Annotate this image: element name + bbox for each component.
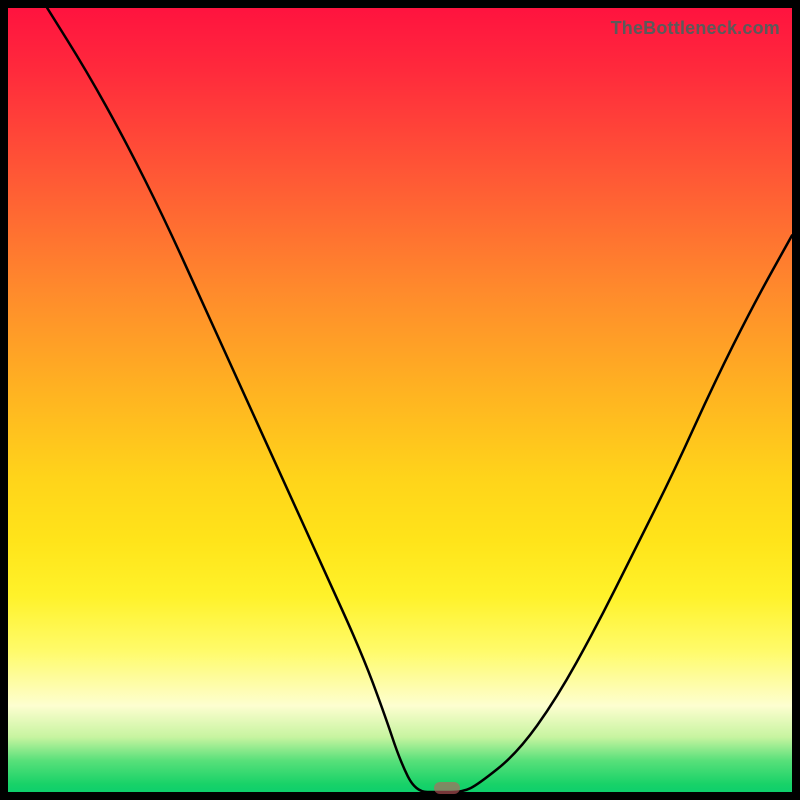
chart-plot-area: TheBottleneck.com: [8, 8, 792, 792]
bottleneck-curve: [8, 8, 792, 792]
chart-frame: TheBottleneck.com: [0, 0, 800, 800]
minimum-marker: [434, 782, 460, 794]
watermark-text: TheBottleneck.com: [611, 18, 780, 40]
